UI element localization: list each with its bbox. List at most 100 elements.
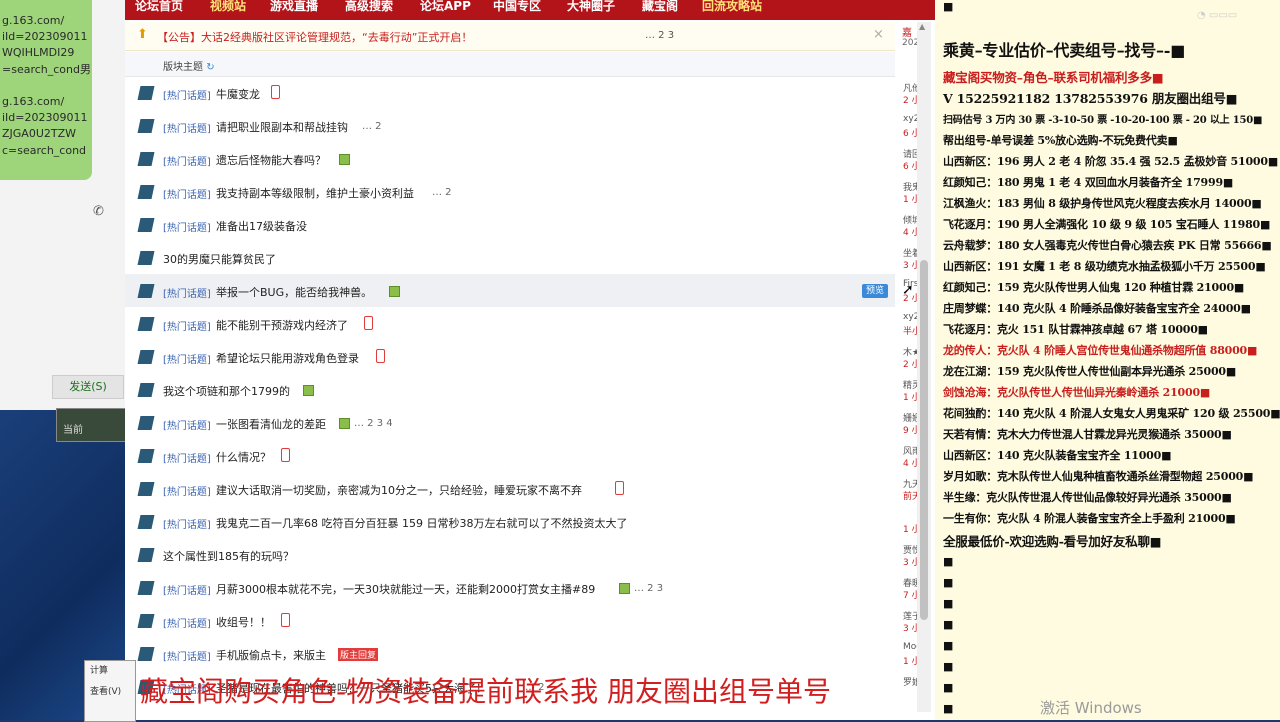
nav-item[interactable]: 中国专区 [493,0,541,12]
thread-tag[interactable]: [热门话题] [163,318,211,333]
thread-tag[interactable]: [热门话题] [163,186,211,201]
thread-row[interactable]: 这个属性到185有的玩吗？ 贾悦 3 小 [125,538,921,571]
thread-tag[interactable]: [热门话题] [163,87,211,102]
thread-icon [137,449,155,463]
thread-row[interactable]: [热门话题] 手机版偷点卡，来版主 版主回复 Moo 1 小 [125,637,922,670]
image-icon [339,418,350,429]
overlay-title: 乘黄–专业估价–代卖组号–找号–-■ [943,41,1186,60]
thread-row[interactable]: 我这个项链和那个1799的 精灵 1 小 [125,373,921,406]
thread-title[interactable]: 我支持副本等级限制，维护土豪小资利益 [216,185,414,201]
overlay-listing: 江枫渔火：183 男仙 8 级护身传世风克火程度去疾水月 14000■ [943,197,1262,210]
mobile-icon [364,316,373,330]
overlay-listing: 红颜知己：180 男鬼 1 老 4 双回血水月装备齐全 17999■ [943,176,1234,189]
thread-row[interactable]: [热门话题] 我支持副本等级限制，维护土豪小资利益 … 2 我鬼 1 小 [125,175,921,208]
thread-title[interactable]: 举报一个BUG，能否给我神兽。 [216,284,372,300]
chat-text-block: g.163.com/ iId=202309011 WQIHLMDI29 =sea… [0,14,92,164]
overlay-listings [0,0,1,1]
thread-title[interactable]: 什么情况？ [216,449,271,465]
thread-row[interactable]: [热门话题] 牛魔变龙 凡他 2 小 [125,76,921,109]
overlay-line: 藏宝阁买物资–角色–联系司机福利多多■ [943,70,1164,85]
close-icon[interactable]: × [873,27,884,42]
thread-tag[interactable]: [热门话题] [163,219,211,234]
thread-title[interactable]: 手机版偷点卡，来版主 [216,647,326,663]
scroll-up-icon[interactable]: ▲ [919,22,925,31]
refresh-icon[interactable]: ↻ [206,62,214,73]
thread-row[interactable]: [热门话题] 什么情况？ 风雨 4 小 [125,439,921,472]
thread-pages[interactable]: … 2 [432,187,452,198]
scrollbar-thumb[interactable] [920,260,928,620]
thread-tag[interactable]: [热门话题] [163,516,211,531]
thread-tag[interactable]: [热门话题] [163,285,211,300]
overlay-listing: 剑蚀沧海：克火队传世人传世仙异光秦岭通杀 21000■ [943,386,1211,399]
thread-title[interactable]: 收组号！！ [216,614,271,630]
stream-logo-icon: ◔ ▭▭▭ [1197,10,1238,21]
chat-line: iId=202309011 [2,30,88,43]
overlay-listing: 红颜知己：159 克火队传世男人仙鬼 120 种植甘霖 21000■ [943,281,1245,294]
mobile-icon [281,613,290,627]
thread-row[interactable]: [热门话题] 收组号！！ 莲子 3 小 [125,604,921,637]
nav-item[interactable]: 藏宝阁 [642,0,678,12]
thread-row[interactable]: [热门话题] 准备出17级装备没 倾城 4 小 [125,208,921,241]
thread-title[interactable]: 遗忘后怪物能大春吗？ [216,152,326,168]
thread-icon [137,581,155,595]
thread-title[interactable]: 这个属性到185有的玩吗？ [163,548,294,564]
nav-item[interactable]: 论坛首页 [135,0,183,12]
thread-title[interactable]: 一张图看清仙龙的差距 [216,416,326,432]
thread-pages[interactable]: … 2 [362,121,382,132]
thread-row[interactable]: [热门话题] 请把职业限副本和帮战挂钩 … 2 xy2o 6 小 [125,109,925,142]
thread-tag[interactable]: [热门话题] [163,648,211,663]
thread-row[interactable]: [热门话题] 举报一个BUG，能否给我神兽。 First 2 小 [125,274,922,307]
nav-item[interactable]: 大神圈子 [567,0,615,12]
phone-icon[interactable]: ✆ [93,204,104,219]
image-icon [303,385,314,396]
thread-row[interactable]: [热门话题] 月薪3000根本就花不完，一天30块就能过一天，还能剩2000打赏… [125,571,921,604]
thread-title[interactable]: 月薪3000根本就花不完，一天30块就能过一天，还能剩2000打赏女主播#89 [216,581,595,597]
preview-button[interactable]: 预览 [862,284,888,298]
thread-icon [137,317,155,331]
thread-title[interactable]: 牛魔变龙 [216,86,260,102]
bottom-caption: 藏宝阁购买角色-物资装备提前联系我 朋友圈出组号单号 [140,675,832,708]
thread-tag[interactable]: [热门话题] [163,582,211,597]
thread-row[interactable]: [热门话题] 我鬼克二百一几率68 吃符百分百狂暴 159 日常秒38万左右就可… [125,505,921,538]
thread-list: [热门话题] 牛魔变龙 凡他 2 小 [热门话题] 请把职业限副本和帮战挂钩 …… [125,76,925,720]
chat-line: c=search_cond [2,144,87,157]
thread-title[interactable]: 准备出17级装备没 [216,218,307,234]
thread-title[interactable]: 请把职业限副本和帮战挂钩 [216,119,348,135]
nav-item[interactable]: 回流攻略站 [702,0,762,12]
thread-title[interactable]: 我鬼克二百一几率68 吃符百分百狂暴 159 日常秒38万左右就可以了不然投资太… [216,515,627,531]
thread-tag[interactable]: [热门话题] [163,153,211,168]
calculator-menu[interactable]: 查看(V) [90,684,121,697]
thread-row[interactable]: [热门话题] 遗忘后怪物能大春吗？ 请回 6 小 [125,142,921,175]
nav-item[interactable]: 视频站 [210,0,246,12]
thread-pages[interactable]: … 2 3 4 [354,418,393,429]
nav-item[interactable]: 论坛APP [420,0,471,12]
thread-row[interactable]: [热门话题] 希望论坛只能用游戏角色登录 木★ 2 小 [125,340,921,373]
announcement-text[interactable]: 【公告】大话2经典版社区评论管理规范，“去毒行动”正式开启！ [157,29,472,45]
overlay-footer: 全服最低价-欢迎选购-看号加好友私聊■ [943,534,1162,549]
thread-row[interactable]: [热门话题] 建议大话取消一切奖励，亲密减为10分之一，只给经验，睡爱玩家不离不… [125,472,921,505]
game-thumb-label: 当前 [63,425,83,436]
thread-title[interactable]: 我这个项链和那个1799的 [163,383,290,399]
thread-row[interactable]: [热门话题] 能不能别干预游戏内经济了 xy2o 半小 [125,307,925,340]
thread-tag[interactable]: [热门话题] [163,417,211,432]
thread-title[interactable]: 能不能别干预游戏内经济了 [216,317,348,333]
thread-tag[interactable]: [热门话题] [163,120,211,135]
mobile-icon [615,481,624,495]
thread-tag[interactable]: [热门话题] [163,450,211,465]
thread-title[interactable]: 建议大话取消一切奖励，亲密减为10分之一，只给经验，睡爱玩家不离不弃 [216,482,582,498]
mobile-icon [271,85,280,99]
thread-row[interactable]: 30的男魔只能算贫民了 坐着 3 小 [125,241,921,274]
thread-tag[interactable]: [热门话题] [163,483,211,498]
thread-tag[interactable]: [热门话题] [163,615,211,630]
nav-item[interactable]: 高级搜索 [345,0,393,12]
thread-title[interactable]: 30的男魔只能算贫民了 [163,251,276,267]
send-button[interactable]: 发送(S) [52,375,124,399]
thread-row[interactable]: [热门话题] 一张图看清仙龙的差距 … 2 3 4 姗姗 9 小 [125,406,921,439]
game-window-thumbnail[interactable]: 当前 [56,408,128,442]
thread-pages[interactable]: … 2 3 [634,583,663,594]
announcement-pages[interactable]: … 2 3 [645,30,674,41]
overlay-line: 扫码估号 3 万内 30 票 -3-10-50 票 -10-20-100 票 -… [943,115,1263,126]
nav-item[interactable]: 游戏直播 [270,0,318,12]
thread-tag[interactable]: [热门话题] [163,351,211,366]
thread-title[interactable]: 希望论坛只能用游戏角色登录 [216,350,359,366]
